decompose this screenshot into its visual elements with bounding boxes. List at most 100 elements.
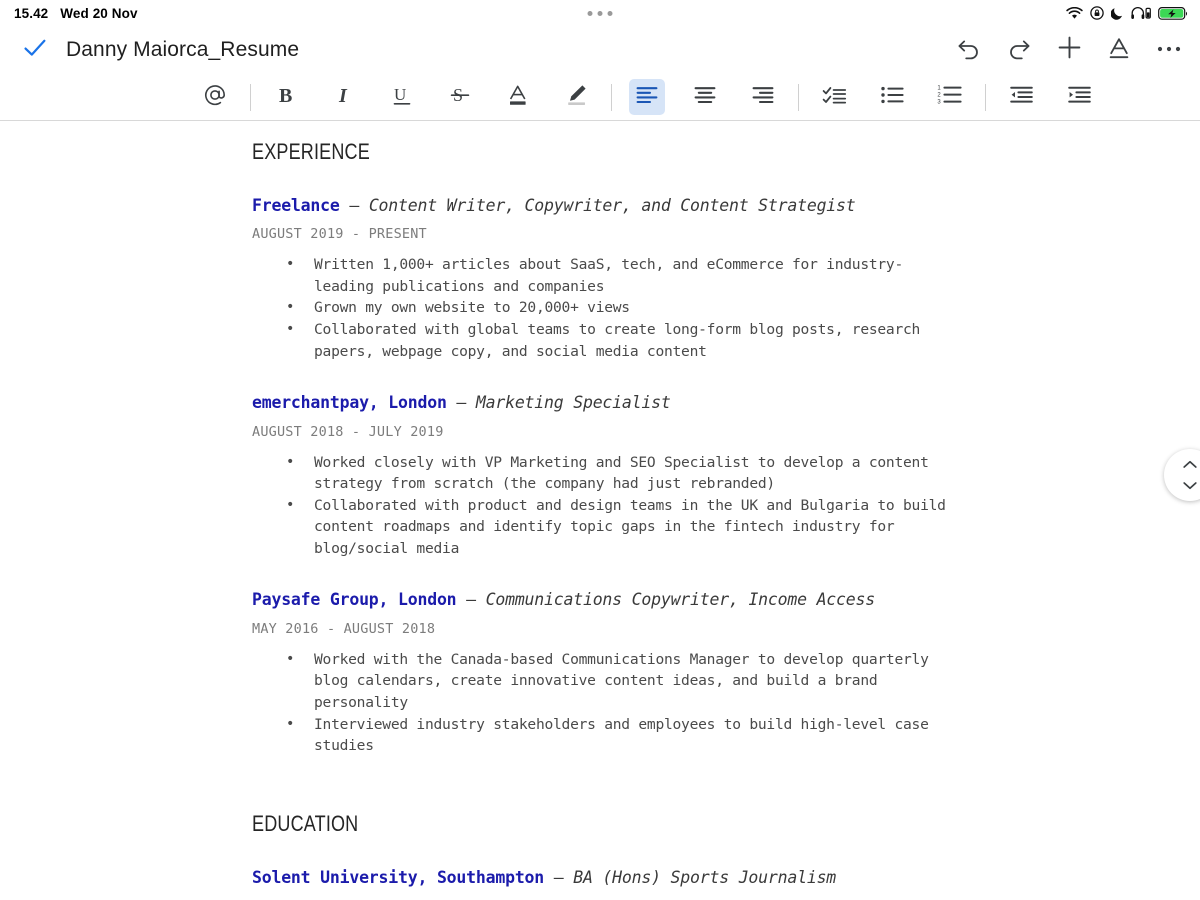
outdent-button[interactable] xyxy=(1003,79,1039,115)
svg-text:B: B xyxy=(279,85,292,107)
headphones-battery-icon xyxy=(1131,6,1151,20)
list-item: Collaborated with product and design tea… xyxy=(252,495,950,560)
toolbar-separator xyxy=(250,83,251,111)
entry-title: Paysafe Group, London — Communications C… xyxy=(252,589,950,611)
align-center-button[interactable] xyxy=(687,79,723,115)
align-left-button[interactable] xyxy=(629,79,665,115)
entry-dates: AUGUST 2019 - PRESENT xyxy=(252,226,427,243)
status-bar: 15.42 Wed 20 Nov xyxy=(0,0,1200,26)
svg-text:U: U xyxy=(394,85,406,104)
insert-button[interactable] xyxy=(1052,33,1086,67)
done-check-button[interactable] xyxy=(18,33,52,67)
underline-button[interactable]: U xyxy=(384,79,420,115)
entry-role: BA (Hons) Sports Journalism xyxy=(573,867,837,887)
redo-button[interactable] xyxy=(1002,33,1036,67)
dot-1 xyxy=(587,10,593,16)
status-left-group: 15.42 Wed 20 Nov xyxy=(14,6,138,21)
experience-entry: emerchantpay, London — Marketing Special… xyxy=(252,392,950,559)
entry-dash: — xyxy=(339,196,369,215)
dot-3 xyxy=(607,10,613,16)
entry-organization: emerchantpay, London xyxy=(252,393,447,413)
mention-button[interactable] xyxy=(197,79,233,115)
toolbar-separator xyxy=(985,83,986,111)
entry-dash: — xyxy=(544,867,574,887)
entry-organization: Paysafe Group, London xyxy=(252,590,457,610)
text-color-icon xyxy=(506,83,530,112)
align-right-icon xyxy=(751,85,775,110)
bold-button[interactable]: B xyxy=(268,79,304,115)
indent-button[interactable] xyxy=(1061,79,1097,115)
header-actions xyxy=(952,33,1186,67)
entry-organization: Solent University, Southampton xyxy=(252,867,545,887)
status-date: Wed 20 Nov xyxy=(60,5,138,21)
entry-organization: Freelance xyxy=(252,196,340,215)
entry-dash: — xyxy=(456,590,486,610)
strikethrough-icon: S xyxy=(448,83,472,112)
text-format-icon xyxy=(1106,35,1132,66)
wifi-icon xyxy=(1066,6,1083,20)
numbered-list-icon: 1 2 3 xyxy=(937,84,963,110)
rotation-lock-icon xyxy=(1090,6,1104,20)
underline-icon: U xyxy=(390,83,414,112)
entry-dates: AUGUST 2018 - JULY 2019 xyxy=(252,423,444,440)
outdent-icon xyxy=(1009,85,1034,110)
list-item: Collaborated with global teams to create… xyxy=(252,319,950,362)
list-item: Interviewed industry stakeholders and em… xyxy=(252,714,950,757)
entry-title: emerchantpay, London — Marketing Special… xyxy=(252,392,950,414)
section-heading-experience: EXPERIENCE xyxy=(252,139,370,164)
entry-role: Marketing Specialist xyxy=(475,393,671,413)
strikethrough-button[interactable]: S xyxy=(442,79,478,115)
education-section: EDUCATION Solent University, Southampton… xyxy=(252,811,950,889)
chevron-up-icon xyxy=(1182,456,1198,474)
status-time: 15.42 xyxy=(14,5,49,21)
entry-title: Freelance — Content Writer, Copywriter, … xyxy=(252,195,950,217)
experience-entry: Paysafe Group, London — Communications C… xyxy=(252,589,950,756)
italic-button[interactable]: I xyxy=(326,79,362,115)
text-color-button[interactable] xyxy=(500,79,536,115)
align-left-icon xyxy=(635,85,659,110)
section-heading-education: EDUCATION xyxy=(252,810,359,836)
check-icon xyxy=(22,35,48,66)
svg-text:3: 3 xyxy=(937,99,941,105)
entry-bullet-list: Written 1,000+ articles about SaaS, tech… xyxy=(252,254,950,362)
bold-icon: B xyxy=(274,83,298,112)
highlighter-pen-icon xyxy=(564,82,589,112)
svg-text:1: 1 xyxy=(937,85,941,91)
svg-text:2: 2 xyxy=(937,92,941,98)
document-title[interactable]: Danny Maiorca_Resume xyxy=(66,38,299,62)
more-horizontal-icon xyxy=(1156,41,1182,59)
plus-icon xyxy=(1056,34,1083,66)
list-item: Worked with the Canada-based Communicati… xyxy=(252,649,950,714)
indent-icon xyxy=(1067,85,1092,110)
moon-icon xyxy=(1111,6,1124,20)
list-item: Grown my own website to 20,000+ views xyxy=(252,297,950,319)
text-format-button[interactable] xyxy=(1102,33,1136,67)
entry-dates: MAY 2016 - AUGUST 2018 xyxy=(252,620,436,637)
checklist-button[interactable] xyxy=(816,79,852,115)
highlight-button[interactable] xyxy=(558,79,594,115)
checklist-icon xyxy=(822,85,847,110)
chevron-down-icon xyxy=(1182,477,1198,495)
undo-button[interactable] xyxy=(952,33,986,67)
document-canvas[interactable]: EXPERIENCE Freelance — Content Writer, C… xyxy=(0,121,1200,899)
numbered-list-button[interactable]: 1 2 3 xyxy=(932,79,968,115)
entry-role: Communications Copywriter, Income Access xyxy=(485,590,876,610)
bulleted-list-icon xyxy=(880,85,905,110)
list-item: Worked closely with VP Marketing and SEO… xyxy=(252,452,950,495)
toolbar-separator xyxy=(611,83,612,111)
redo-icon xyxy=(1006,36,1032,65)
bulleted-list-button[interactable] xyxy=(874,79,910,115)
battery-charging-icon xyxy=(1158,6,1188,21)
document-header: Danny Maiorca_Resume xyxy=(0,26,1200,74)
entry-role: Content Writer, Copywriter, and Content … xyxy=(368,196,856,215)
align-right-button[interactable] xyxy=(745,79,781,115)
entry-dash: — xyxy=(446,393,476,413)
status-right-group xyxy=(1066,6,1188,21)
more-options-button[interactable] xyxy=(1152,33,1186,67)
italic-icon: I xyxy=(332,83,356,112)
education-entry: Solent University, Southampton — BA (Hon… xyxy=(252,867,950,889)
list-item: Written 1,000+ articles about SaaS, tech… xyxy=(252,254,950,297)
document-page[interactable]: EXPERIENCE Freelance — Content Writer, C… xyxy=(0,121,1200,889)
multitasking-handle-icon[interactable] xyxy=(587,10,613,16)
at-mention-icon xyxy=(202,82,228,113)
